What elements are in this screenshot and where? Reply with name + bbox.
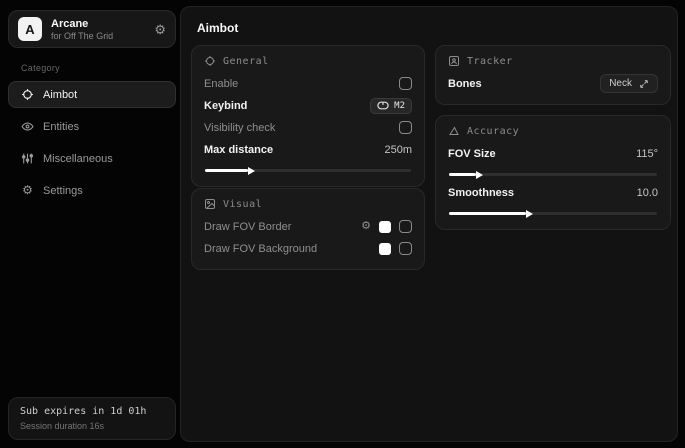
category-label: Category [21, 63, 176, 73]
sidebar-item-label: Aimbot [43, 89, 77, 101]
sidebar: A Arcane for Off The Grid ⚙ Category Aim… [8, 10, 176, 440]
enable-checkbox[interactable] [399, 77, 412, 90]
keybind-label: Keybind [204, 100, 247, 112]
max-distance-row: Max distance 250m [204, 139, 412, 160]
visual-card: Visual Draw FOV Border ⚙ Draw FOV Backgr… [191, 188, 425, 270]
smoothness-slider[interactable] [449, 212, 657, 215]
sliders-icon [21, 152, 34, 165]
smoothness-slider-fill[interactable] [449, 212, 526, 215]
sidebar-item-miscellaneous[interactable]: Miscellaneous [8, 145, 176, 172]
draw-fov-border-label: Draw FOV Border [204, 221, 291, 233]
tracker-card-title: Tracker [467, 56, 513, 67]
keybind-row: Keybind M2 [204, 95, 412, 116]
sidebar-item-settings[interactable]: ⚙ Settings [8, 177, 176, 204]
person-scan-icon [448, 55, 460, 67]
bones-row: Bones Neck [448, 73, 658, 94]
session-card: Sub expires in 1d 01h Session duration 1… [8, 397, 176, 440]
gear-icon[interactable]: ⚙ [154, 23, 166, 36]
general-card-title: General [223, 56, 269, 67]
keybind-value: M2 [394, 101, 405, 111]
fov-size-row: FOV Size 115° [448, 143, 658, 164]
sidebar-item-aimbot[interactable]: Aimbot [8, 81, 176, 108]
visibility-check-checkbox[interactable] [399, 121, 412, 134]
enable-row: Enable [204, 73, 412, 94]
general-card-header: General [204, 55, 412, 67]
visual-card-header: Visual [204, 198, 412, 210]
accuracy-card-header: Accuracy [448, 125, 658, 137]
subscription-expiry: Sub expires in 1d 01h [20, 406, 164, 417]
gear-icon[interactable]: ⚙ [361, 221, 371, 232]
angle-icon [448, 125, 460, 137]
app-logo: A [18, 17, 42, 41]
enable-label: Enable [204, 78, 238, 90]
gear-icon: ⚙ [21, 184, 34, 197]
sidebar-item-entities[interactable]: Entities [8, 113, 176, 140]
expand-icon [639, 79, 649, 89]
sidebar-item-label: Settings [43, 185, 83, 197]
crosshair-icon [204, 55, 216, 67]
app-window: { "app": { "name": "Arcane", "subtitle":… [0, 0, 685, 448]
tracker-card: Tracker Bones Neck [435, 45, 671, 105]
app-subtitle: for Off The Grid [51, 31, 113, 41]
app-name: Arcane [51, 18, 113, 30]
bones-label: Bones [448, 78, 482, 90]
smoothness-label: Smoothness [448, 187, 514, 199]
draw-fov-border-controls: ⚙ [361, 220, 412, 233]
app-titles: Arcane for Off The Grid [51, 18, 113, 41]
sidebar-item-label: Miscellaneous [43, 153, 113, 165]
bones-selected-value: Neck [609, 78, 632, 89]
max-distance-value: 250m [384, 144, 412, 156]
fov-size-slider-fill[interactable] [449, 173, 476, 176]
keybind-button[interactable]: M2 [370, 98, 412, 114]
visibility-check-label: Visibility check [204, 122, 275, 134]
image-icon [204, 198, 216, 210]
mouse-icon [377, 101, 389, 110]
accuracy-card-title: Accuracy [467, 126, 519, 137]
max-distance-label: Max distance [204, 144, 273, 156]
draw-fov-background-row: Draw FOV Background [204, 238, 412, 259]
fov-size-value: 115° [636, 148, 658, 160]
fov-background-color-swatch[interactable] [379, 243, 391, 255]
draw-fov-background-controls [379, 242, 412, 255]
page-title: Aimbot [181, 7, 677, 43]
bones-select-button[interactable]: Neck [600, 74, 658, 93]
draw-fov-border-row: Draw FOV Border ⚙ [204, 216, 412, 237]
fov-size-slider[interactable] [449, 173, 657, 176]
smoothness-value: 10.0 [637, 187, 658, 199]
draw-fov-background-label: Draw FOV Background [204, 243, 317, 255]
fov-size-label: FOV Size [448, 148, 496, 160]
max-distance-slider-fill[interactable] [205, 169, 248, 172]
visibility-check-row: Visibility check [204, 117, 412, 138]
crosshair-icon [21, 88, 34, 101]
sidebar-item-label: Entities [43, 121, 79, 133]
visual-card-title: Visual [223, 199, 262, 210]
draw-fov-background-checkbox[interactable] [399, 242, 412, 255]
fov-border-color-swatch[interactable] [379, 221, 391, 233]
main-panel: Aimbot General Enable Keybind M2 Visibil… [180, 6, 678, 442]
general-card: General Enable Keybind M2 Visibility che… [191, 45, 425, 187]
session-duration: Session duration 16s [20, 421, 164, 431]
smoothness-row: Smoothness 10.0 [448, 182, 658, 203]
draw-fov-border-checkbox[interactable] [399, 220, 412, 233]
tracker-card-header: Tracker [448, 55, 658, 67]
app-header-card: A Arcane for Off The Grid ⚙ [8, 10, 176, 48]
eye-icon [21, 120, 34, 133]
max-distance-slider[interactable] [205, 169, 411, 172]
accuracy-card: Accuracy FOV Size 115° Smoothness 10.0 [435, 115, 671, 230]
